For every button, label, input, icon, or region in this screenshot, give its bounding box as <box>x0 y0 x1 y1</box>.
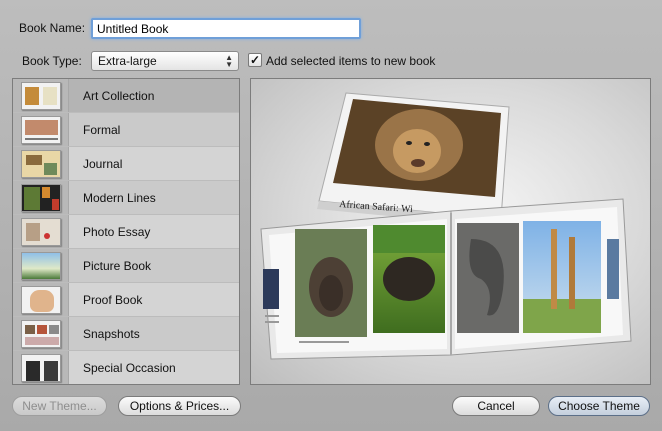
add-selected-label: Add selected items to new book <box>266 54 436 68</box>
journal-thumbnail <box>20 149 61 178</box>
theme-item-label: Picture Book <box>83 258 152 273</box>
book-name-label: Book Name: <box>19 21 86 35</box>
up-down-arrows-icon: ▲ ▼ <box>225 53 233 69</box>
theme-item-photo-essay[interactable]: Photo Essay <box>13 215 239 249</box>
formal-thumbnail <box>20 115 61 144</box>
theme-item-label: Proof Book <box>83 292 143 307</box>
cover-book: African Safari: Wi <box>317 92 510 227</box>
snapshots-thumbnail <box>20 319 61 348</box>
add-selected-checkbox[interactable]: ✓ <box>248 53 262 67</box>
theme-item-modern-lines[interactable]: Modern Lines <box>13 181 239 215</box>
theme-item-label: Journal <box>83 156 123 171</box>
modern-lines-thumbnail <box>20 183 61 212</box>
theme-item-label: Art Collection <box>83 88 155 103</box>
special-occasion-thumbnail <box>20 353 61 382</box>
theme-item-special-occasion[interactable]: Special Occasion <box>13 351 239 384</box>
theme-preview: African Safari: Wi <box>250 78 651 385</box>
open-book <box>260 198 632 360</box>
photo-essay-thumbnail <box>20 217 61 246</box>
options-prices-button[interactable]: Options & Prices... <box>118 396 241 416</box>
theme-item-proof-book[interactable]: Proof Book <box>13 283 239 317</box>
theme-item-label: Modern Lines <box>83 190 156 205</box>
book-type-select[interactable]: Extra-large ▲ ▼ <box>91 51 239 71</box>
picture-book-thumbnail <box>20 251 61 280</box>
theme-item-label: Formal <box>83 122 121 137</box>
new-theme-button[interactable]: New Theme... <box>12 396 107 416</box>
choose-theme-button[interactable]: Choose Theme <box>548 396 650 416</box>
proof-book-thumbnail <box>20 285 61 314</box>
theme-item-label: Snapshots <box>83 326 140 341</box>
theme-item-snapshots[interactable]: Snapshots <box>13 317 239 351</box>
art-collection-thumbnail <box>20 81 61 110</box>
theme-item-picture-book[interactable]: Picture Book <box>13 249 239 283</box>
theme-item-journal[interactable]: Journal <box>13 147 239 181</box>
cancel-button[interactable]: Cancel <box>452 396 540 416</box>
book-name-input[interactable] <box>91 18 361 39</box>
theme-item-label: Special Occasion <box>83 360 176 375</box>
book-preview-illustration: African Safari: Wi <box>260 92 632 360</box>
theme-list: Art Collection Formal Journal Modern Lin… <box>12 78 240 385</box>
theme-item-formal[interactable]: Formal <box>13 113 239 147</box>
theme-item-label: Photo Essay <box>83 224 151 239</box>
book-type-label: Book Type: <box>22 54 82 68</box>
book-type-value: Extra-large <box>98 54 157 68</box>
theme-item-art-collection[interactable]: Art Collection <box>13 79 239 113</box>
